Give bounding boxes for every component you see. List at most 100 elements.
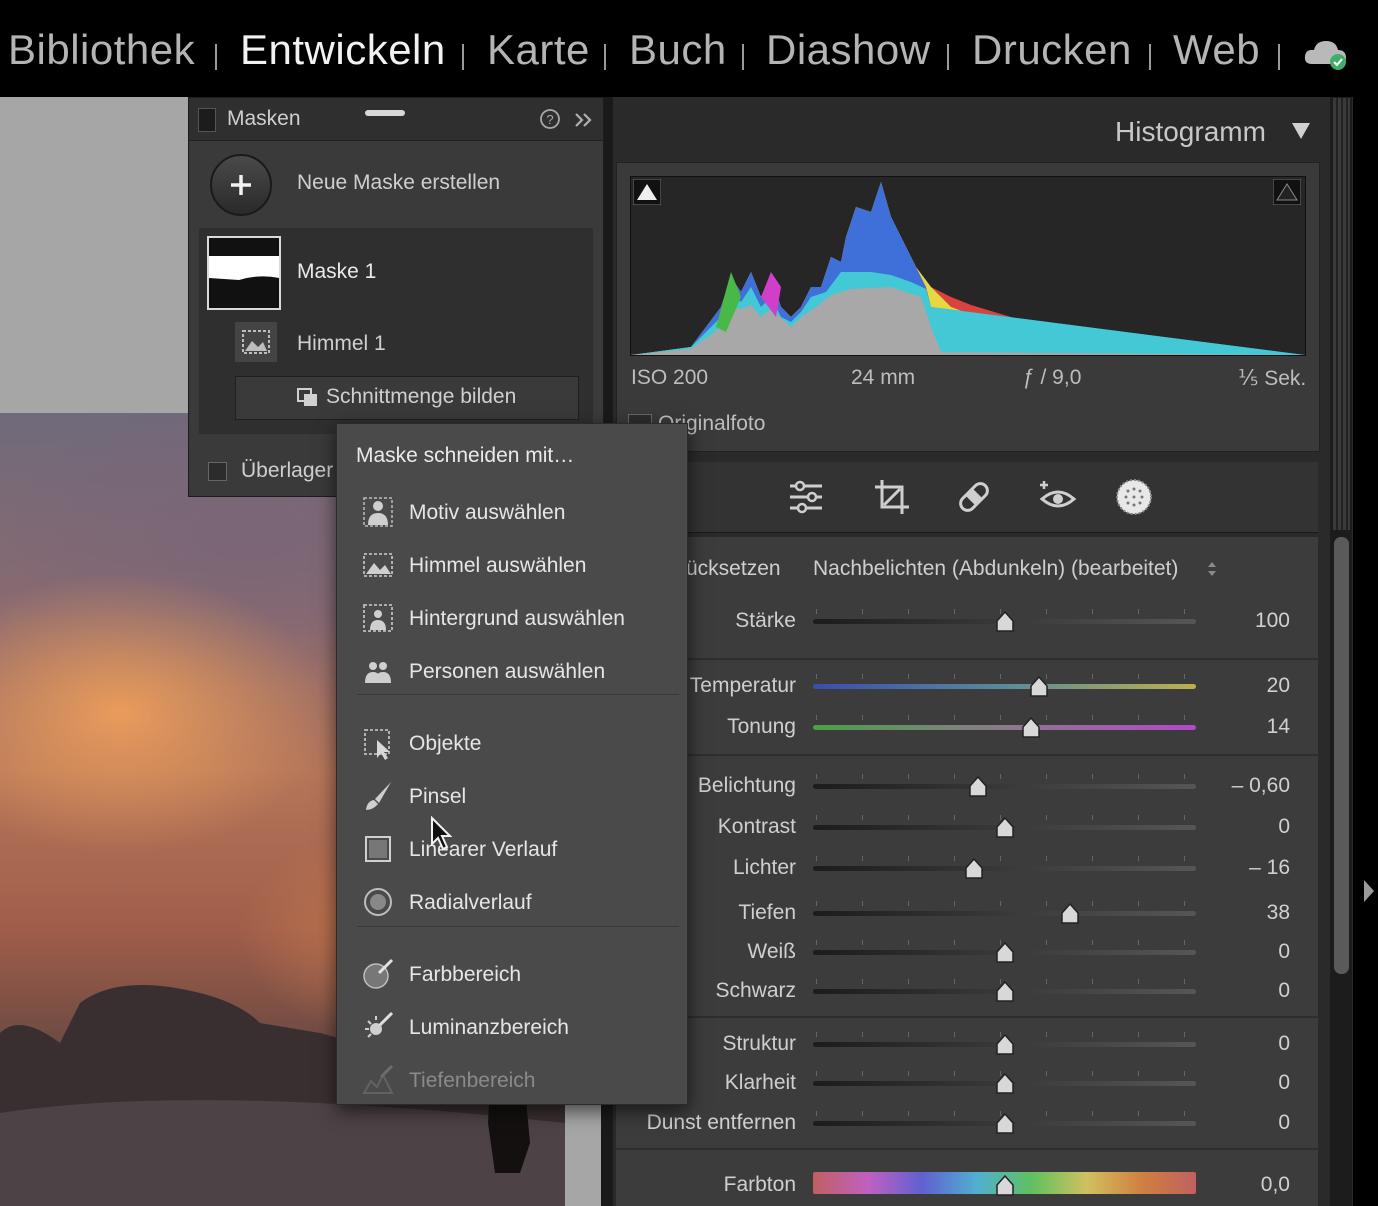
slider-thumb[interactable] xyxy=(995,942,1015,964)
intersect-button[interactable]: Schnittmenge bilden xyxy=(235,376,579,420)
context-menu-item-label: Himmel auswählen xyxy=(409,554,587,577)
crop-icon[interactable] xyxy=(872,477,912,517)
slider-value[interactable]: 14 xyxy=(1170,715,1290,739)
help-icon[interactable]: ? xyxy=(539,108,561,130)
slider-tick xyxy=(1092,979,1093,984)
module-diashow[interactable]: Diashow xyxy=(766,26,931,74)
drag-handle-icon[interactable] xyxy=(365,110,405,116)
mask-name[interactable]: Maske 1 xyxy=(297,260,376,284)
slider-tick xyxy=(908,774,909,779)
overlay-label: Überlager xyxy=(241,459,334,482)
collapse-panel-icon[interactable] xyxy=(573,110,595,130)
slider-track[interactable] xyxy=(813,725,1196,730)
panel-resize-grip[interactable] xyxy=(1333,98,1350,530)
slider-value[interactable]: 0 xyxy=(1170,815,1290,839)
module-entwickeln[interactable]: Entwickeln xyxy=(240,26,446,74)
module-web[interactable]: Web xyxy=(1173,26,1260,74)
module-separator xyxy=(1149,44,1151,70)
slider-value[interactable]: – 0,60 xyxy=(1170,774,1290,798)
panel-scrollbar-thumb[interactable] xyxy=(1334,537,1349,974)
background-icon xyxy=(363,604,393,632)
module-separator xyxy=(742,44,744,70)
module-drucken[interactable]: Drucken xyxy=(972,26,1132,74)
masks-panel-header[interactable]: Masken ? xyxy=(189,98,603,141)
reset-label[interactable]: ücksetzen xyxy=(686,557,781,581)
histogram-collapse-icon[interactable] xyxy=(1290,121,1312,141)
context-menu-item-label: Personen auswählen xyxy=(409,660,606,683)
slider-thumb[interactable] xyxy=(995,1175,1015,1197)
slider-value[interactable]: 38 xyxy=(1170,901,1290,925)
module-buch[interactable]: Buch xyxy=(629,26,727,74)
slider-tick xyxy=(908,1111,909,1116)
slider-track[interactable] xyxy=(813,911,1196,916)
slider-value[interactable]: 0 xyxy=(1170,940,1290,964)
slider-tick xyxy=(1092,674,1093,679)
slider-tick xyxy=(862,1071,863,1076)
masking-icon[interactable] xyxy=(1114,477,1154,517)
slider-value[interactable]: 0 xyxy=(1170,1111,1290,1135)
slider-value[interactable]: 0 xyxy=(1170,979,1290,1003)
sky-icon xyxy=(363,553,393,577)
slider-tick xyxy=(954,1032,955,1037)
healing-icon[interactable] xyxy=(954,477,994,517)
slider-value[interactable]: 0,0 xyxy=(1170,1173,1290,1197)
slider-thumb[interactable] xyxy=(995,817,1015,839)
sky-icon xyxy=(242,330,270,354)
menu-divider xyxy=(357,694,679,695)
intersect-icon xyxy=(297,388,317,406)
slider-value[interactable]: 100 xyxy=(1170,609,1290,633)
slider-thumb[interactable] xyxy=(995,611,1015,633)
slider-track[interactable] xyxy=(813,784,1196,789)
panel-expand-arrow-icon[interactable] xyxy=(1362,878,1376,904)
module-karte[interactable]: Karte xyxy=(487,26,590,74)
histogram-title: Histogramm xyxy=(1115,116,1266,147)
slider-tick xyxy=(862,1032,863,1037)
sky-component-icon[interactable] xyxy=(235,322,277,362)
preset-dropdown-icon[interactable] xyxy=(1205,558,1219,580)
shadow-clipping-icon[interactable] xyxy=(633,179,661,205)
add-mask-button[interactable] xyxy=(210,154,272,216)
slider-tick xyxy=(1138,1071,1139,1076)
overlay-checkbox[interactable] xyxy=(208,462,227,481)
slider-thumb[interactable] xyxy=(964,858,984,880)
slider-tick xyxy=(816,609,817,614)
edit-sliders-icon[interactable] xyxy=(786,477,826,517)
slider-track[interactable] xyxy=(813,684,1196,689)
module-bar: Bibliothek Entwickeln Karte Buch Diashow… xyxy=(0,0,1378,95)
slider-thumb[interactable] xyxy=(995,1073,1015,1095)
histogram-plot[interactable] xyxy=(630,176,1306,356)
slider-label: Dunst entfernen xyxy=(646,1111,796,1134)
slider-tick xyxy=(1092,609,1093,614)
preset-select[interactable]: Nachbelichten (Abdunkeln) (bearbeitet) xyxy=(813,557,1178,581)
context-menu-item-label: Objekte xyxy=(409,732,482,755)
component-name[interactable]: Himmel 1 xyxy=(297,332,386,356)
slider-thumb[interactable] xyxy=(1029,676,1049,698)
intersect-context-menu: Maske schneiden mit… Motiv auswählen Himm… xyxy=(336,423,688,1105)
slider-thumb[interactable] xyxy=(995,981,1015,1003)
cloud-sync-icon[interactable] xyxy=(1302,36,1350,72)
slider-thumb[interactable] xyxy=(995,1113,1015,1135)
slider-thumb[interactable] xyxy=(968,776,988,798)
slider-value[interactable]: 0 xyxy=(1170,1071,1290,1095)
slider-thumb[interactable] xyxy=(995,1034,1015,1056)
slider-value[interactable]: 0 xyxy=(1170,1032,1290,1056)
slider-tick xyxy=(1046,774,1047,779)
new-mask-label[interactable]: Neue Maske erstellen xyxy=(297,171,500,195)
panel-toggle-icon[interactable] xyxy=(198,108,216,132)
slider-tick xyxy=(1138,609,1139,614)
redeye-icon[interactable] xyxy=(1038,477,1078,517)
mask-thumbnail-image xyxy=(209,238,279,308)
slider-tick xyxy=(1092,940,1093,945)
intersect-label: Schnittmenge bilden xyxy=(326,385,517,408)
slider-track[interactable] xyxy=(813,866,1196,871)
module-bibliothek[interactable]: Bibliothek xyxy=(8,26,195,74)
slider-tick xyxy=(1046,609,1047,614)
mask-thumbnail[interactable] xyxy=(207,236,281,310)
slider-value[interactable]: 20 xyxy=(1170,674,1290,698)
slider-tick xyxy=(1138,1032,1139,1037)
slider-thumb[interactable] xyxy=(1060,903,1080,925)
highlight-clipping-icon[interactable] xyxy=(1273,179,1301,205)
slider-thumb[interactable] xyxy=(1021,717,1041,739)
histogram-graph xyxy=(631,182,1305,355)
slider-value[interactable]: – 16 xyxy=(1170,856,1290,880)
